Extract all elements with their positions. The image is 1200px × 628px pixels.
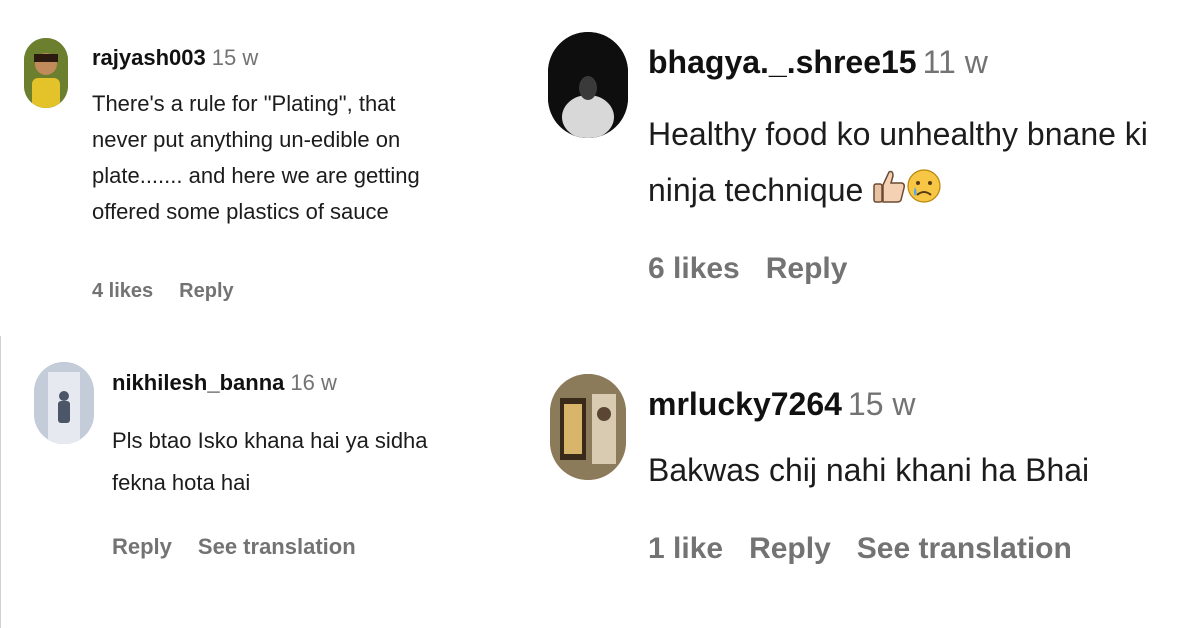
panel-divider <box>0 336 1 628</box>
comment-text: There's a rule for "Plating", that never… <box>92 86 420 230</box>
reply-button[interactable]: Reply <box>749 532 831 565</box>
timestamp[interactable]: 15 w <box>848 386 916 422</box>
username[interactable]: bhagya._.shree15 <box>648 44 917 80</box>
reply-button[interactable]: Reply <box>112 534 172 559</box>
timestamp[interactable]: 16 w <box>290 370 336 395</box>
see-translation-link[interactable]: See translation <box>198 534 356 559</box>
username[interactable]: rajyash003 <box>92 45 206 70</box>
comment-line: Healthy food ko unhealthy bnane ki <box>648 116 1148 152</box>
timestamp[interactable]: 15 w <box>212 45 258 70</box>
likes-count[interactable]: 4 likes <box>92 280 153 302</box>
comment-line: There's a rule for "Plating", that <box>92 91 396 116</box>
timestamp[interactable]: 11 w <box>923 44 988 80</box>
avatar[interactable] <box>34 362 94 444</box>
avatar[interactable] <box>24 38 68 108</box>
comment-text: Pls btao Isko khana hai ya sidha fekna h… <box>112 420 428 504</box>
crying-face-icon <box>906 165 942 221</box>
avatar[interactable] <box>548 32 628 138</box>
comment-line: ninja technique <box>648 162 1148 221</box>
comment-text: Bakwas chij nahi khani ha Bhai <box>648 446 1089 494</box>
reply-button[interactable]: Reply <box>179 280 233 302</box>
username[interactable]: nikhilesh_banna <box>112 370 284 395</box>
see-translation-link[interactable]: See translation <box>857 532 1072 565</box>
comment-line: fekna hota hai <box>112 470 251 495</box>
comment-line: plate....... and here we are getting <box>92 163 420 188</box>
comment-line: offered some plastics of sauce <box>92 199 389 224</box>
reply-button[interactable]: Reply <box>766 252 848 285</box>
likes-count[interactable]: 1 like <box>648 532 723 565</box>
thumbs-up-icon <box>872 165 906 221</box>
comment-line: Bakwas chij nahi khani ha Bhai <box>648 452 1090 488</box>
comment-line: never put anything un-edible on <box>92 127 401 152</box>
avatar[interactable] <box>550 374 626 480</box>
comment-text: Healthy food ko unhealthy bnane ki ninja… <box>648 106 1148 221</box>
comment-line: Pls btao Isko khana hai ya sidha <box>112 428 428 453</box>
likes-count[interactable]: 6 likes <box>648 252 740 285</box>
username[interactable]: mrlucky7264 <box>648 386 842 422</box>
